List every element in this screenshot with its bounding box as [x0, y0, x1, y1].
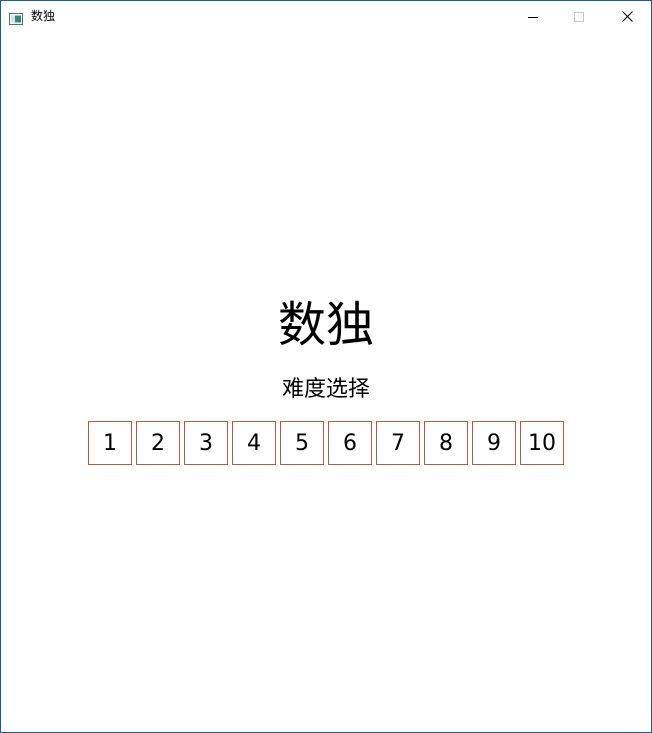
- maximize-icon: [574, 11, 584, 22]
- difficulty-button-6[interactable]: 6: [328, 421, 372, 465]
- difficulty-selector: 1 2 3 4 5 6 7 8 9 10: [88, 421, 564, 465]
- app-icon: [9, 10, 23, 25]
- main-content: 数独 难度选择 1 2 3 4 5 6 7 8 9 10: [1, 32, 651, 732]
- page-title: 数独: [277, 297, 374, 353]
- minimize-icon: [528, 16, 538, 18]
- difficulty-button-9[interactable]: 9: [472, 421, 516, 465]
- close-button[interactable]: [604, 1, 650, 32]
- minimize-button[interactable]: [510, 1, 556, 32]
- window-title: 数独: [31, 9, 56, 23]
- maximize-button[interactable]: [556, 1, 602, 32]
- difficulty-button-2[interactable]: 2: [136, 421, 180, 465]
- title-bar[interactable]: 数独: [1, 1, 651, 32]
- difficulty-button-5[interactable]: 5: [280, 421, 324, 465]
- difficulty-button-7[interactable]: 7: [376, 421, 420, 465]
- difficulty-button-8[interactable]: 8: [424, 421, 468, 465]
- app-window: 数独 数独 难度选择 1 2 3 4 5 6 7 8 9 10: [0, 0, 652, 733]
- close-icon: [621, 11, 633, 22]
- difficulty-button-4[interactable]: 4: [232, 421, 276, 465]
- difficulty-label: 难度选择: [281, 377, 370, 402]
- difficulty-button-1[interactable]: 1: [88, 421, 132, 465]
- difficulty-button-10[interactable]: 10: [520, 421, 564, 465]
- difficulty-button-3[interactable]: 3: [184, 421, 228, 465]
